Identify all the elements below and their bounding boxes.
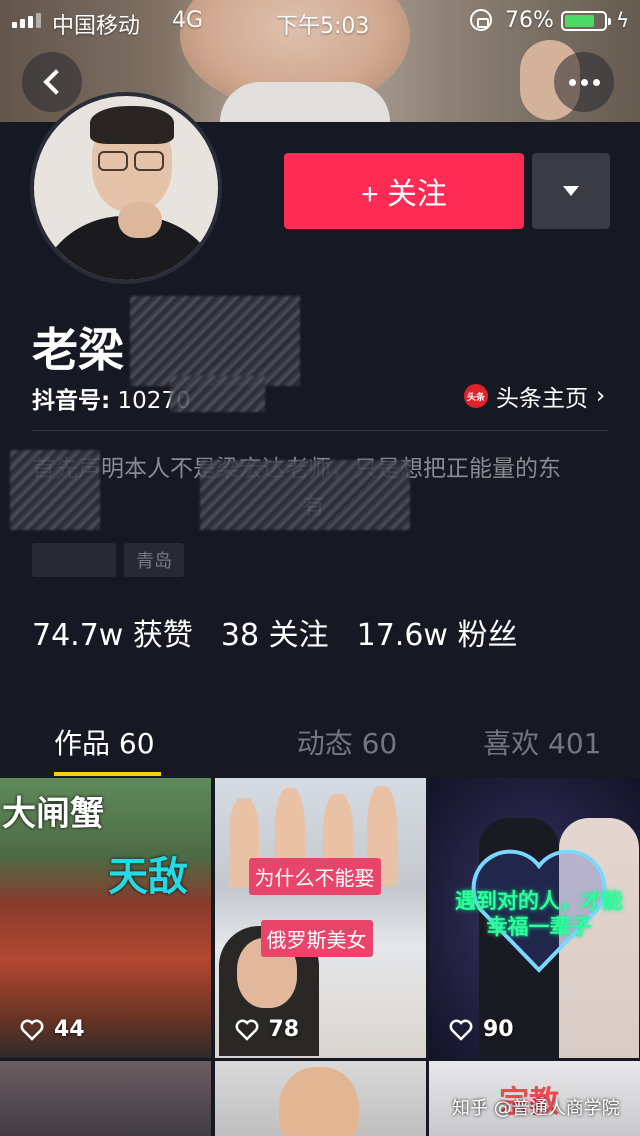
- status-bar: 中国移动 4G 下午5:03 76% ϟ: [0, 0, 640, 40]
- signal-icon: [12, 13, 41, 28]
- toutiao-homepage-link[interactable]: 头条 头条主页 ›: [464, 379, 605, 413]
- battery-icon: [561, 11, 611, 31]
- heart-icon: [235, 1019, 258, 1041]
- heart-icon: [449, 1019, 473, 1041]
- video-thumbnail[interactable]: [0, 1061, 211, 1136]
- video-likes: 44: [20, 1017, 85, 1042]
- video-thumbnail[interactable]: 遇到对的人，才能 幸福一辈子 90: [429, 778, 640, 1058]
- profile-name: 老梁: [32, 323, 124, 377]
- video-thumbnail[interactable]: 大闸蟹 天敌 44: [0, 778, 211, 1058]
- video-grid: 大闸蟹 天敌 44 为什么不能娶 俄罗斯美女 78 遇到对的人，才能 幸福一辈子…: [0, 778, 640, 1136]
- follow-button[interactable]: + 关注: [284, 153, 524, 229]
- video-likes: 90: [449, 1017, 514, 1042]
- caret-down-icon: [563, 186, 579, 196]
- heart-icon: [20, 1019, 44, 1041]
- redaction-scribble: [170, 376, 265, 412]
- profile-stats: 74.7w 获赞 38 关注 17.6w 粉丝: [32, 610, 518, 654]
- watermark: 知乎 @普通人商学院: [452, 1098, 620, 1119]
- chevron-left-icon: [43, 69, 69, 95]
- tab-activity[interactable]: 动态 60: [249, 714, 444, 776]
- tag-age-gender: [32, 543, 116, 577]
- stat-likes[interactable]: 74.7w 获赞: [32, 610, 193, 654]
- douyin-id: 抖音号: 10270: [32, 388, 191, 414]
- tab-works[interactable]: 作品 60: [0, 714, 249, 776]
- recommend-dropdown-button[interactable]: [532, 153, 610, 229]
- stat-following[interactable]: 38 关注: [221, 610, 329, 654]
- clock: 下午5:03: [276, 14, 370, 39]
- charging-icon: ϟ: [616, 8, 630, 32]
- toutiao-logo-icon: 头条: [464, 384, 488, 408]
- tag-location: 青岛: [124, 543, 184, 577]
- ellipsis-icon: [568, 78, 600, 86]
- profile-tags: 青岛: [32, 543, 184, 577]
- avatar[interactable]: [30, 92, 222, 284]
- tab-liked[interactable]: 喜欢 401: [445, 714, 640, 776]
- video-thumbnail[interactable]: [214, 1061, 426, 1136]
- redaction-scribble: [10, 450, 100, 530]
- battery-percent: 76%: [505, 8, 554, 33]
- video-likes: 78: [235, 1017, 299, 1042]
- chevron-right-icon: ›: [596, 383, 606, 409]
- video-caption: 遇到对的人，才能 幸福一辈子: [455, 889, 623, 939]
- rotation-lock-icon: [470, 9, 492, 31]
- carrier-label: 中国移动: [52, 14, 141, 39]
- redaction-scribble: [130, 296, 300, 386]
- stat-followers[interactable]: 17.6w 粉丝: [357, 610, 518, 654]
- network-label: 4G: [172, 8, 204, 33]
- more-button[interactable]: [554, 52, 614, 112]
- back-button[interactable]: [22, 52, 82, 112]
- divider: [32, 430, 608, 431]
- profile-tabs: 作品 60 动态 60 喜欢 401: [0, 714, 640, 776]
- redaction-scribble: [200, 460, 410, 530]
- video-thumbnail[interactable]: 为什么不能娶 俄罗斯美女 78: [214, 778, 426, 1058]
